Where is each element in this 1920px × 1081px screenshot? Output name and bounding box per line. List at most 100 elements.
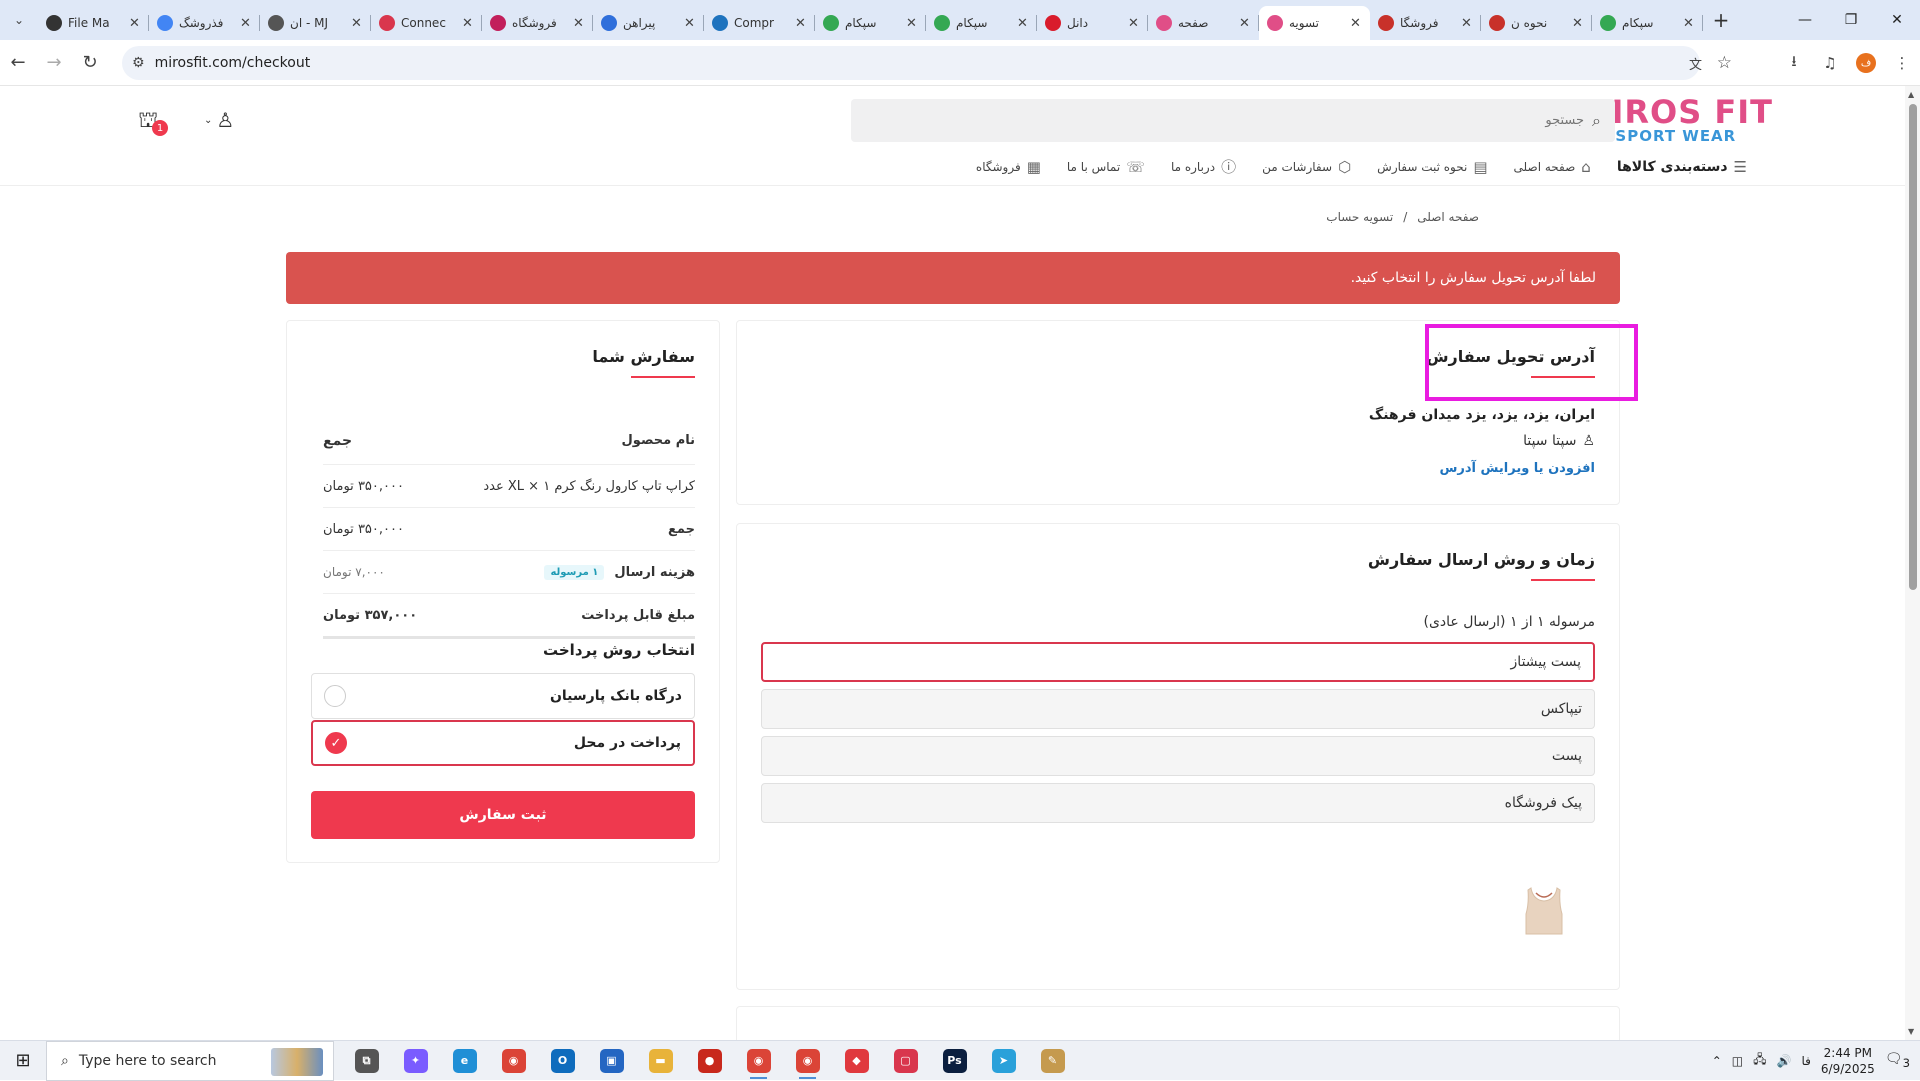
shipping-option[interactable]: تیپاکس xyxy=(761,689,1595,729)
url-text[interactable]: mirosfit.com/checkout xyxy=(155,55,311,71)
taskbar-app-edge[interactable]: e xyxy=(440,1041,489,1081)
page-scrollbar[interactable]: ▲ ▼ xyxy=(1905,86,1920,1040)
tab-search-icon[interactable]: ⌄ xyxy=(0,0,38,40)
taskbar-app-chrome[interactable]: ◉ xyxy=(489,1041,538,1081)
reload-icon[interactable]: ↻ xyxy=(72,45,108,81)
taskbar-app-app-red[interactable]: ● xyxy=(685,1041,734,1081)
taskbar-app-anydesk[interactable]: ◆ xyxy=(832,1041,881,1081)
notification-icon[interactable]: 🗨3 xyxy=(1885,1051,1910,1070)
radio-unchecked-icon[interactable] xyxy=(324,685,346,707)
taskbar-app-store[interactable]: ▣ xyxy=(587,1041,636,1081)
tab-close-icon[interactable]: ✕ xyxy=(1239,16,1251,31)
scroll-down-icon[interactable]: ▼ xyxy=(1908,1027,1914,1036)
tab-close-icon[interactable]: ✕ xyxy=(1461,16,1473,31)
tab-close-icon[interactable]: ✕ xyxy=(684,16,696,31)
payment-option[interactable]: پرداخت در محل ✓ xyxy=(311,720,695,766)
taskbar-app-telegram[interactable]: ➤ xyxy=(979,1041,1028,1081)
site-info-icon[interactable]: ⚙ xyxy=(132,55,145,71)
tab-close-icon[interactable]: ✕ xyxy=(906,16,918,31)
restore-icon[interactable]: ❐ xyxy=(1828,0,1874,40)
browser-tab[interactable]: سپکام ✕ xyxy=(926,6,1037,40)
menu-item[interactable]: ⓘ درباره ما xyxy=(1171,156,1236,177)
browser-tab[interactable]: Compr ✕ xyxy=(704,6,815,40)
browser-tab[interactable]: سپکام ✕ xyxy=(815,6,926,40)
submit-order-button[interactable]: ثبت سفارش xyxy=(311,791,695,839)
media-control-icon[interactable]: ♫ xyxy=(1812,54,1848,72)
cart-button[interactable]: ⛫ 1 xyxy=(138,108,168,136)
scroll-up-icon[interactable]: ▲ xyxy=(1908,90,1914,99)
payment-option[interactable]: درگاه بانک پارسیان xyxy=(311,673,695,719)
tray-overflow-icon[interactable]: ⌃ xyxy=(1712,1054,1722,1068)
translate-icon[interactable]: 文 xyxy=(1689,54,1702,73)
tab-close-icon[interactable]: ✕ xyxy=(462,16,474,31)
menu-item[interactable]: ⬡ سفارشات من xyxy=(1262,158,1351,176)
forward-icon[interactable]: → xyxy=(36,45,72,81)
browser-tab[interactable]: File Ma ✕ xyxy=(38,6,149,40)
tab-close-icon[interactable]: ✕ xyxy=(795,16,807,31)
edit-address-link[interactable]: افزودن یا ویرایش آدرس xyxy=(1439,461,1595,476)
taskbar-app-explorer[interactable]: ▬ xyxy=(636,1041,685,1081)
browser-tab[interactable]: پیراهن ✕ xyxy=(593,6,704,40)
browser-tab[interactable]: Connec ✕ xyxy=(371,6,482,40)
tab-close-icon[interactable]: ✕ xyxy=(351,16,363,31)
browser-tab[interactable]: MJ - ان ✕ xyxy=(260,6,371,40)
windows-start-icon[interactable]: ⊞ xyxy=(0,1041,46,1081)
browser-menu-icon[interactable]: ⋮ xyxy=(1884,54,1920,72)
menu-item[interactable]: ☏ تماس با ما xyxy=(1067,158,1145,176)
taskbar-app-paint[interactable]: ✎ xyxy=(1028,1041,1077,1081)
menu-item[interactable]: ▤ نحوه ثبت سفارش xyxy=(1377,158,1487,176)
search-input[interactable] xyxy=(1284,113,1585,128)
taskbar-app-photoshop[interactable]: Ps xyxy=(930,1041,979,1081)
new-tab-button[interactable]: + xyxy=(1703,3,1739,37)
browser-tab[interactable]: فروشگاه ✕ xyxy=(482,6,593,40)
network-icon[interactable]: 🖧 xyxy=(1753,1050,1766,1071)
volume-icon[interactable]: 🔊 xyxy=(1777,1054,1792,1068)
download-icon[interactable]: ⭳ xyxy=(1776,51,1812,76)
input-language[interactable]: فا xyxy=(1801,1054,1810,1068)
clock[interactable]: 2:44 PM 6/9/2025 xyxy=(1821,1045,1875,1077)
menu-item[interactable]: ☰ دسته‌بندی کالاها xyxy=(1617,158,1747,176)
browser-tab[interactable]: فذروشگ ✕ xyxy=(149,6,260,40)
taskbar-app-chrome-profile-2[interactable]: ◉ xyxy=(783,1041,832,1081)
menu-item[interactable]: ⌂ صفحه اصلی xyxy=(1514,158,1591,176)
breadcrumb-home[interactable]: صفحه اصلی xyxy=(1417,210,1479,224)
taskbar-app-task-view[interactable]: ⧉ xyxy=(342,1041,391,1081)
tab-close-icon[interactable]: ✕ xyxy=(240,16,252,31)
shipping-option[interactable]: پیک فروشگاه xyxy=(761,783,1595,823)
radio-checked-icon[interactable]: ✓ xyxy=(325,732,347,754)
bookmark-star-icon[interactable]: ☆ xyxy=(1717,53,1732,73)
tab-close-icon[interactable]: ✕ xyxy=(1128,16,1140,31)
profile-button[interactable]: ف xyxy=(1848,53,1884,73)
browser-tab[interactable]: نحوه ن ✕ xyxy=(1481,6,1592,40)
taskbar-search[interactable]: ⌕ Type here to search xyxy=(46,1040,334,1081)
tab-favicon-icon xyxy=(379,15,395,31)
browser-tab[interactable]: صفحه ✕ xyxy=(1148,6,1259,40)
browser-tab[interactable]: تسویه ✕ xyxy=(1259,6,1370,40)
browser-tab[interactable]: سپکام ✕ xyxy=(1592,6,1703,40)
shipping-option[interactable]: پست پیشتاز xyxy=(761,642,1595,682)
scrollbar-thumb[interactable] xyxy=(1909,104,1917,590)
account-button[interactable]: ⌄ ♙ xyxy=(204,108,234,132)
browser-tab[interactable]: فروشگا ✕ xyxy=(1370,6,1481,40)
tab-close-icon[interactable]: ✕ xyxy=(1572,16,1584,31)
address-bar[interactable]: ⚙ mirosfit.com/checkout 文 ☆ xyxy=(122,46,1732,80)
search-icon[interactable]: ⌕ xyxy=(1592,111,1601,131)
back-icon[interactable]: ← xyxy=(0,45,36,81)
browser-tab[interactable]: دانل ✕ xyxy=(1037,6,1148,40)
taskbar-app-copilot[interactable]: ✦ xyxy=(391,1041,440,1081)
menu-item[interactable]: ▦ فروشگاه xyxy=(976,158,1041,176)
tab-close-icon[interactable]: ✕ xyxy=(129,16,141,31)
taskbar-app-chrome-profile[interactable]: ◉ xyxy=(734,1041,783,1081)
taskbar-app-app-box[interactable]: ▢ xyxy=(881,1041,930,1081)
tab-close-icon[interactable]: ✕ xyxy=(1017,16,1029,31)
tab-close-icon[interactable]: ✕ xyxy=(573,16,585,31)
profile-avatar[interactable]: ف xyxy=(1856,53,1876,73)
tab-close-icon[interactable]: ✕ xyxy=(1683,16,1695,31)
shipping-option[interactable]: پست xyxy=(761,736,1595,776)
taskbar-app-outlook[interactable]: O xyxy=(538,1041,587,1081)
toolbar-actions: ⭳ ♫ ف ⋮ xyxy=(1776,40,1920,86)
tab-close-icon[interactable]: ✕ xyxy=(1350,16,1362,31)
minimize-icon[interactable]: — xyxy=(1782,0,1828,40)
meet-icon[interactable]: ◫ xyxy=(1732,1054,1743,1068)
close-window-icon[interactable]: ✕ xyxy=(1874,0,1920,40)
